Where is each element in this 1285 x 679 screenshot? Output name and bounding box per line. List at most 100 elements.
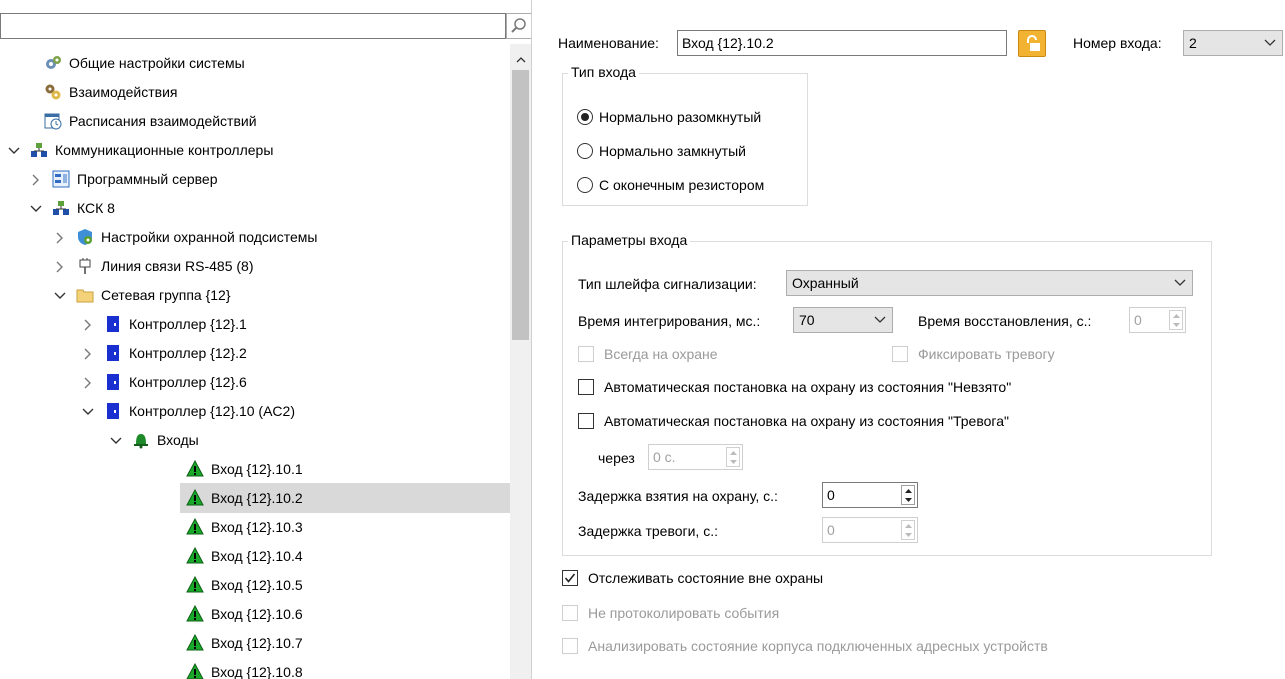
chevron-down-icon[interactable] [82,405,94,417]
tree-item[interactable]: Вход {12}.10.3 [0,512,510,542]
tree-item-label: Вход {12}.10.8 [211,664,303,679]
tree-item[interactable]: Контроллер {12}.6 [0,367,510,397]
input-number-select[interactable]: 2 [1183,30,1283,56]
tree-item[interactable]: Входы [0,425,510,455]
after-time-value: 0 с. [653,449,676,465]
chevron-right-icon[interactable] [82,376,94,389]
input-warning-icon [186,517,204,536]
tree-item-label: Вход {12}.10.4 [211,548,303,564]
plug-icon [76,257,94,275]
tree-item[interactable]: Контроллер {12}.10 (AC2) [0,396,510,426]
tree-item[interactable]: КСК 8 [0,193,510,223]
tree-item[interactable]: Коммуникационные контроллеры [0,135,510,165]
tree-item[interactable]: Вход {12}.10.7 [0,628,510,658]
server-icon [52,170,70,188]
loop-type-label: Тип шлейфа сигнализации: [578,276,757,292]
spinner-arrows-icon[interactable] [726,447,740,467]
tree-item-label: Взаимодействия [69,84,178,100]
input-warning-icon [186,575,204,594]
lock-icon[interactable] [1018,30,1046,57]
tree-item-label: Контроллер {12}.2 [129,345,247,361]
input-type-group-title: Тип входа [568,64,639,80]
no-log-checkbox[interactable]: Не протоколировать события [562,605,779,621]
tree-item-label: Контроллер {12}.6 [129,374,247,390]
input-warning-icon [186,546,204,565]
fix-alarm-checkbox[interactable]: Фиксировать тревогу [892,346,1055,362]
always-armed-checkbox[interactable]: Всегда на охране [578,346,718,362]
tree-item[interactable]: Вход {12}.10.8 [0,657,510,679]
tree-item[interactable]: Линия связи RS-485 (8) [0,251,510,281]
always-armed-label: Всегда на охране [604,346,718,362]
spinner-arrows-icon[interactable] [901,485,915,505]
loop-type-value: Охранный [792,275,859,291]
chevron-right-icon[interactable] [54,231,66,244]
after-time-spinner[interactable]: 0 с. [648,444,743,470]
tree-item[interactable]: Взаимодействия [0,77,510,107]
input-warning-icon [186,488,204,507]
tree-item-label: Расписания взаимодействий [69,113,257,129]
chevron-down-icon[interactable] [8,144,20,156]
input-number-label: Номер входа: [1073,35,1162,51]
chevron-down-icon[interactable] [110,434,122,446]
tree-item[interactable]: Расписания взаимодействий [0,106,510,136]
tree-item[interactable]: Вход {12}.10.1 [0,454,510,484]
chevron-right-icon[interactable] [54,260,66,273]
chevron-right-icon[interactable] [82,347,94,360]
name-input[interactable]: Вход {12}.10.2 [677,30,1007,56]
tree-item-label: Контроллер {12}.10 (AC2) [129,403,295,419]
network-controllers-icon [52,199,70,217]
analyze-housing-checkbox[interactable]: Анализировать состояние корпуса подключе… [562,638,1048,654]
auto-arm-alarm-checkbox[interactable]: Автоматическая постановка на охрану из с… [578,413,1009,429]
search-icon[interactable] [506,13,532,39]
arm-delay-spinner[interactable]: 0 [822,482,918,508]
scroll-up-icon[interactable] [512,52,529,68]
alarm-delay-spinner[interactable]: 0 [822,517,918,543]
interaction-icon [44,83,62,101]
after-label: через [598,450,635,466]
tree-item[interactable]: Контроллер {12}.1 [0,309,510,339]
loop-type-select[interactable]: Охранный [786,270,1193,296]
tree-search-input[interactable] [0,13,506,39]
tree-item[interactable]: Вход {12}.10.6 [0,599,510,629]
panel-splitter[interactable] [531,0,532,679]
integration-time-label: Время интегрирования, мс.: [578,313,761,329]
tree-item-label: Настройки охранной подсистемы [101,229,318,245]
tree-item[interactable]: Программный сервер [0,164,510,194]
controller-icon [104,344,122,362]
tree-item-label: Вход {12}.10.2 [211,490,303,506]
bell-icon [132,431,150,449]
controller-icon [104,373,122,391]
arm-delay-value: 0 [827,487,835,503]
chevron-right-icon[interactable] [82,318,94,331]
tree-item[interactable]: Вход {12}.10.5 [0,570,510,600]
restore-time-spinner[interactable]: 0 [1129,307,1186,333]
track-state-checkbox[interactable]: Отслеживать состояние вне охраны [562,570,823,586]
radio-normally-closed[interactable]: Нормально замкнутый [577,143,746,159]
tree-item[interactable]: Вход {12}.10.2 [180,483,510,513]
radio-end-resistor[interactable]: С оконечным резистором [577,177,764,193]
radio-normally-open[interactable]: Нормально разомкнутый [577,109,761,125]
tree-item[interactable]: Вход {12}.10.4 [0,541,510,571]
tree-item-label: Вход {12}.10.1 [211,461,303,477]
spinner-arrows-icon[interactable] [901,520,915,540]
controller-icon [104,402,122,420]
auto-arm-unarmed-checkbox[interactable]: Автоматическая постановка на охрану из с… [578,379,1011,395]
spinner-arrows-icon[interactable] [1169,310,1183,330]
chevron-right-icon[interactable] [30,173,42,186]
controller-icon [104,315,122,333]
chevron-down-icon[interactable] [30,202,42,214]
tree-item[interactable]: Общие настройки системы [0,48,510,78]
tree-item[interactable]: Контроллер {12}.2 [0,338,510,368]
tree-item[interactable]: Настройки охранной подсистемы [0,222,510,252]
fix-alarm-label: Фиксировать тревогу [918,346,1055,362]
tree-scrollbar-thumb[interactable] [512,70,529,340]
integration-time-select[interactable]: 70 [793,307,893,333]
input-warning-icon [186,604,204,623]
folder-icon [76,286,94,304]
alarm-delay-value: 0 [827,522,835,538]
chevron-down-icon[interactable] [54,289,66,301]
input-warning-icon [186,633,204,652]
no-log-label: Не протоколировать события [588,605,780,621]
tree-item[interactable]: Сетевая группа {12} [0,280,510,310]
radio-end-resistor-label: С оконечным резистором [599,177,765,193]
